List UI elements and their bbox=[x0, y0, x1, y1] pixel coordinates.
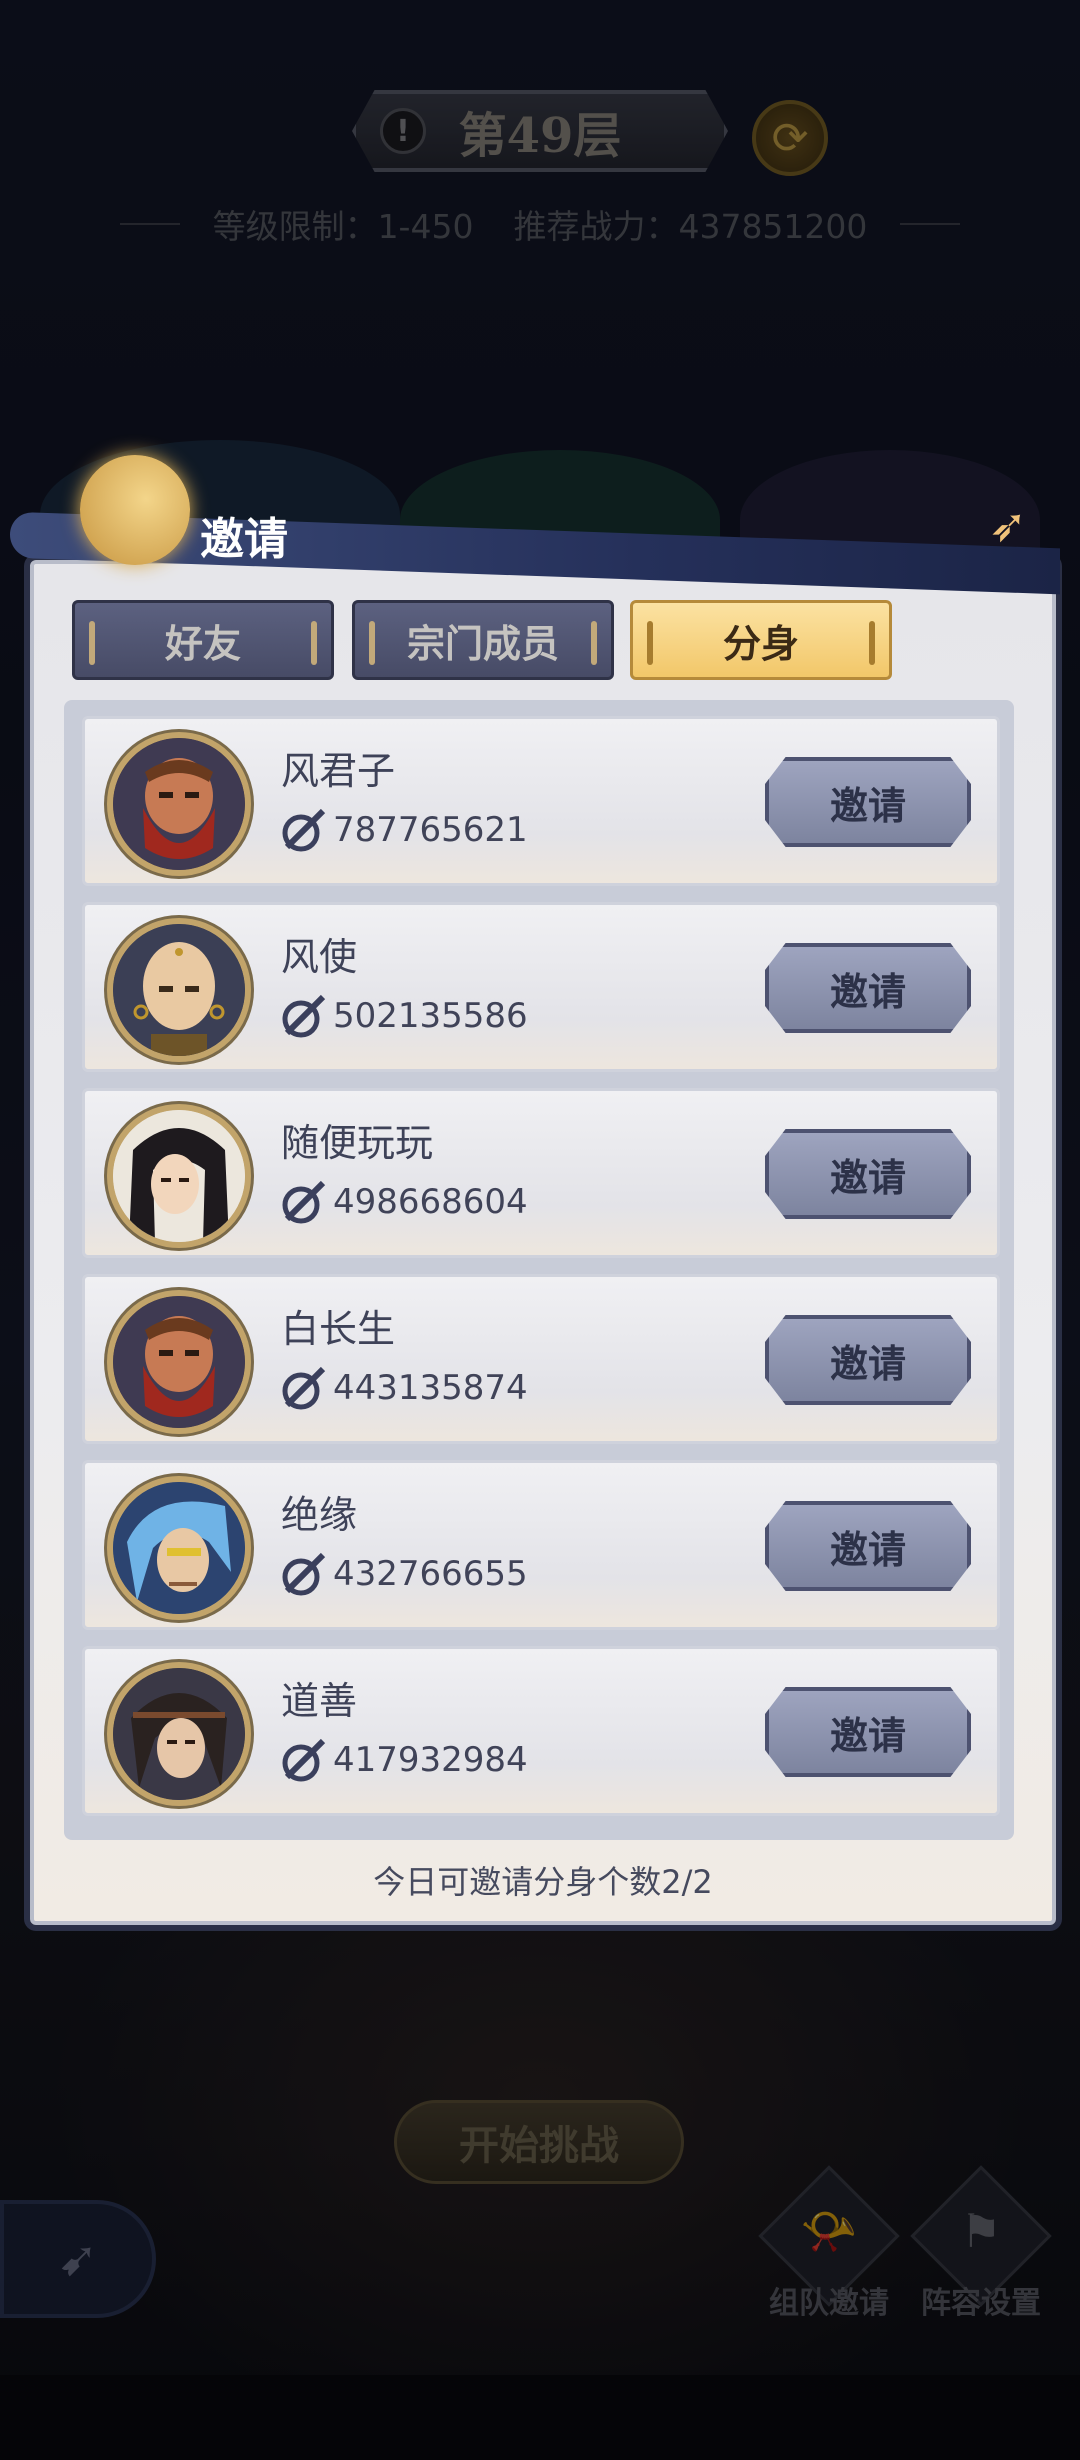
power-value: 498668604 bbox=[333, 1182, 528, 1222]
list-item: 风君子 787765621 邀请 bbox=[82, 716, 1000, 886]
system-navigation-bar bbox=[0, 2375, 1080, 2460]
bald-monk-avatar bbox=[107, 918, 251, 1062]
tab-pin bbox=[89, 621, 95, 665]
tab-pin bbox=[591, 621, 597, 665]
power-value: 787765621 bbox=[333, 810, 528, 850]
invite-button[interactable]: 邀请 bbox=[765, 943, 971, 1033]
combat-power-icon bbox=[281, 993, 327, 1039]
invite-button[interactable]: 邀请 bbox=[765, 1501, 971, 1591]
invite-button[interactable]: 邀请 bbox=[765, 1129, 971, 1219]
dark-haired-swordsman-avatar bbox=[107, 1662, 251, 1806]
lineup-settings-label: 阵容设置 bbox=[921, 2286, 1041, 2321]
clone-power: 432766655 bbox=[281, 1549, 528, 1599]
dialog-title: 邀请 bbox=[200, 514, 288, 565]
combat-power-icon bbox=[281, 1179, 327, 1225]
warning-icon[interactable]: ! bbox=[380, 108, 426, 154]
banner-icon: ⚑ bbox=[960, 2204, 1002, 2258]
tab-pin bbox=[647, 621, 653, 665]
tab-friends[interactable]: 好友 bbox=[72, 600, 334, 680]
team-invite-button[interactable]: 📯 组队邀请 bbox=[758, 2165, 900, 2321]
tab-label: 宗门成员 bbox=[406, 620, 559, 666]
swallow-icon: ➹ bbox=[57, 2231, 99, 2287]
tab-pin bbox=[869, 621, 875, 665]
team-invite-label: 组队邀请 bbox=[769, 2286, 889, 2321]
refresh-icon[interactable]: ⟳ bbox=[752, 100, 828, 176]
red-bearded-warrior-avatar bbox=[107, 732, 251, 876]
power-value: 502135586 bbox=[333, 996, 528, 1036]
clone-power: 498668604 bbox=[281, 1177, 528, 1227]
combat-power-icon bbox=[281, 807, 327, 853]
red-bearded-warrior-avatar bbox=[107, 1290, 251, 1434]
lineup-settings-button[interactable]: ⚑ 阵容设置 bbox=[910, 2165, 1052, 2321]
invite-button[interactable]: 邀请 bbox=[765, 757, 971, 847]
daily-invite-count: 今日可邀请分身个数2/2 bbox=[373, 1863, 713, 1901]
power-value: 432766655 bbox=[333, 1554, 528, 1594]
bird-side-button[interactable]: ➹ bbox=[0, 2200, 156, 2318]
swallow-icon: ➶ bbox=[988, 498, 1028, 552]
recommended-power: 推荐战力：437851200 bbox=[513, 207, 868, 246]
clone-name: 绝缘 bbox=[281, 1492, 358, 1537]
long-haired-scholar-avatar bbox=[107, 1104, 251, 1248]
combat-power-icon bbox=[281, 1737, 327, 1783]
start-challenge-button[interactable]: 开始挑战 bbox=[394, 2100, 684, 2184]
tab-pin bbox=[369, 621, 375, 665]
clone-name: 风君子 bbox=[281, 748, 396, 793]
clone-name: 风使 bbox=[281, 934, 358, 979]
tab-pin bbox=[311, 621, 317, 665]
game-screen: 第49层 ! ⟳ 等级限制：1-450 推荐战力：437851200 开始挑战 … bbox=[0, 0, 1080, 2460]
list-item: 随便玩玩 498668604 邀请 bbox=[82, 1088, 1000, 1258]
invite-button[interactable]: 邀请 bbox=[765, 1315, 971, 1405]
horn-icon: 📯 bbox=[800, 2204, 858, 2258]
combat-power-icon bbox=[281, 1551, 327, 1597]
clone-name: 道善 bbox=[281, 1678, 358, 1723]
list-item: 道善 417932984 邀请 bbox=[82, 1646, 1000, 1816]
list-item: 白长生 443135874 邀请 bbox=[82, 1274, 1000, 1444]
list-item: 风使 502135586 邀请 bbox=[82, 902, 1000, 1072]
clone-power: 787765621 bbox=[281, 805, 528, 855]
blue-haired-warrior-avatar bbox=[107, 1476, 251, 1620]
clone-power: 443135874 bbox=[281, 1363, 528, 1413]
tab-clones[interactable]: 分身 bbox=[630, 600, 892, 680]
combat-power-icon bbox=[281, 1365, 327, 1411]
clone-power: 502135586 bbox=[281, 991, 528, 1041]
clone-name: 随便玩玩 bbox=[281, 1120, 434, 1165]
moon-ornament bbox=[80, 455, 190, 565]
clone-power: 417932984 bbox=[281, 1735, 528, 1785]
tab-label: 分身 bbox=[722, 620, 799, 666]
power-value: 417932984 bbox=[333, 1740, 528, 1780]
tab-sect-members[interactable]: 宗门成员 bbox=[352, 600, 614, 680]
invite-button[interactable]: 邀请 bbox=[765, 1687, 971, 1777]
floor-info: 等级限制：1-450 推荐战力：437851200 bbox=[120, 200, 960, 248]
level-limit: 等级限制：1-450 bbox=[212, 207, 474, 246]
clone-name: 白长生 bbox=[281, 1306, 396, 1351]
power-value: 443135874 bbox=[333, 1368, 528, 1408]
list-item: 绝缘 432766655 邀请 bbox=[82, 1460, 1000, 1630]
tab-label: 好友 bbox=[164, 620, 241, 666]
